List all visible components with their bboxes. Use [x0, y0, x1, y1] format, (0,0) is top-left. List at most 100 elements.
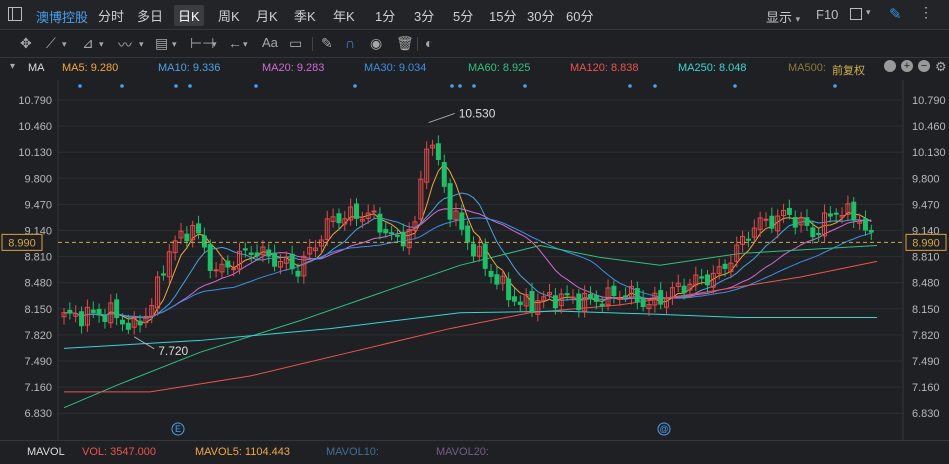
chevron-down-icon[interactable]: ▾	[139, 39, 144, 50]
chevron-down-icon[interactable]: ▾	[866, 7, 871, 18]
tab-5min[interactable]: 5分	[453, 6, 473, 25]
mavol5-value: MAVOL5: 1104.443	[195, 446, 290, 458]
candle-body	[529, 290, 535, 313]
ma-label[interactable]: MA	[28, 62, 45, 74]
event-marker-e-label: E	[175, 424, 181, 434]
y-tick-right: 6.830	[912, 408, 940, 420]
tab-yearly-k[interactable]: 年K	[333, 6, 355, 25]
candle-body	[552, 295, 558, 309]
mavol10-value: MAVOL10:	[326, 446, 379, 458]
kline-chart[interactable]: 10.790 10.790 10.460 10.460 10.130 10.130 9.80…	[0, 80, 949, 440]
tab-monthly-k[interactable]: 月K	[256, 6, 278, 25]
y-tick-right: 10.790	[912, 95, 946, 107]
candle-body	[389, 232, 395, 235]
chevron-down-icon[interactable]: ▾	[99, 39, 104, 50]
pen-icon[interactable]: ✎	[889, 5, 902, 23]
candle-body	[383, 229, 389, 234]
candle-body	[441, 162, 447, 187]
tab-fenshi[interactable]: 分时	[98, 6, 124, 25]
candle-body	[634, 288, 640, 303]
arrow-tool-icon[interactable]: ←	[228, 35, 242, 51]
tab-daily-k[interactable]: 日K	[174, 5, 204, 26]
chevron-down-icon[interactable]: ▾	[243, 39, 248, 50]
comment-icon[interactable]: ▭	[289, 35, 302, 52]
crosshair-icon[interactable]: ✥	[20, 35, 32, 52]
ma120-value: MA120: 8.838	[570, 62, 639, 74]
candle-body	[611, 285, 617, 297]
event-marker-at-label: @	[659, 424, 668, 434]
trash-icon[interactable]: 🗑	[396, 35, 414, 52]
tab-1min[interactable]: 1分	[375, 6, 395, 25]
y-tick-right: 9.470	[912, 199, 940, 211]
candle-body	[371, 210, 377, 213]
adjust-mode[interactable]: 前复权	[832, 62, 865, 78]
y-tick-left: 9.470	[24, 199, 52, 211]
eye-icon[interactable]: ◉	[370, 35, 382, 52]
y-tick-right: 7.160	[912, 382, 940, 394]
sidebar-toggle-icon[interactable]	[8, 7, 22, 21]
candle-body	[377, 213, 383, 233]
vol-value: VOL: 3547.000	[82, 446, 157, 458]
eraser-icon[interactable]: ✎	[321, 35, 333, 52]
candle-body	[184, 233, 190, 242]
chevron-down-icon[interactable]: ▾	[62, 39, 67, 50]
channel-tool-icon[interactable]: ⊿	[82, 35, 94, 52]
candle-body	[599, 303, 605, 307]
current-price-label-right: 8.990	[912, 237, 940, 249]
event-dot	[653, 84, 657, 88]
y-tick-right: 7.490	[912, 356, 940, 368]
y-tick-right: 8.480	[912, 278, 940, 290]
y-tick-left: 10.460	[18, 121, 52, 133]
candle-body	[722, 263, 728, 269]
layout-icon[interactable]	[850, 8, 862, 20]
candle-body	[786, 207, 792, 215]
tab-weekly-k[interactable]: 周K	[218, 6, 240, 25]
text-tool-icon[interactable]: Aa	[262, 35, 278, 50]
ma250-line	[63, 310, 877, 349]
ma500-value: MA500:	[788, 62, 826, 74]
y-tick-right: 8.810	[912, 252, 940, 264]
measure-tool-icon[interactable]: ⊢⊣	[190, 35, 214, 52]
tab-15min[interactable]: 15分	[489, 6, 516, 25]
tab-60min[interactable]: 60分	[566, 6, 593, 25]
candle-body	[248, 252, 254, 256]
candle-body	[336, 213, 342, 224]
chevron-down-icon[interactable]: ▾	[172, 39, 177, 50]
magnet-icon[interactable]: ∩	[345, 35, 355, 51]
drawing-toolbar: ✥ ⟋ ▾ ⊿ ▾ 〰 ▾ ▤ ▾ ⊢⊣ ▾ ← ▾ Aa ▭ ✎ ∩ ◉ 🗑 …	[0, 30, 949, 58]
collapse-icon[interactable]	[884, 60, 896, 72]
tab-quarterly-k[interactable]: 季K	[294, 6, 316, 25]
candle-body	[394, 234, 400, 237]
event-dot	[254, 84, 258, 88]
candle-body	[763, 218, 769, 221]
f10-button[interactable]: F10	[816, 7, 838, 22]
y-tick-right: 9.800	[912, 173, 940, 185]
candle-body	[576, 293, 582, 311]
line-tool-icon[interactable]: ⟋	[46, 35, 56, 52]
y-tick-left: 6.830	[24, 408, 52, 420]
fib-tool-icon[interactable]: ▤	[155, 35, 168, 52]
mavol-label[interactable]: MAVOL	[27, 446, 65, 458]
candle-body	[295, 270, 301, 277]
y-tick-right: 7.820	[912, 330, 940, 342]
ma10-value: MA10: 9.336	[158, 62, 221, 74]
candle-body	[400, 231, 406, 247]
candle-body	[506, 278, 512, 301]
chevron-down-icon[interactable]: ▾	[10, 61, 15, 72]
y-tick-left: 9.800	[24, 173, 52, 185]
stock-name[interactable]: 澳博控股	[36, 7, 88, 26]
event-dot	[78, 84, 82, 88]
display-menu[interactable]: 显示 ▾	[766, 7, 800, 26]
tab-3min[interactable]: 3分	[414, 6, 434, 25]
candle-body	[354, 203, 359, 219]
chevron-down-icon[interactable]: ▾	[212, 39, 217, 50]
remove-icon[interactable]: −	[918, 60, 930, 72]
ma250-value: MA250: 8.048	[678, 62, 747, 74]
toggle-icon[interactable]: ◐	[425, 35, 433, 51]
tab-duori[interactable]: 多日	[137, 6, 163, 25]
more-icon[interactable]: ⋮	[919, 4, 933, 21]
tab-30min[interactable]: 30分	[527, 6, 554, 25]
add-icon[interactable]: +	[901, 60, 913, 72]
wave-tool-icon[interactable]: 〰	[118, 35, 132, 55]
settings-icon[interactable]: ⚙	[935, 59, 947, 75]
